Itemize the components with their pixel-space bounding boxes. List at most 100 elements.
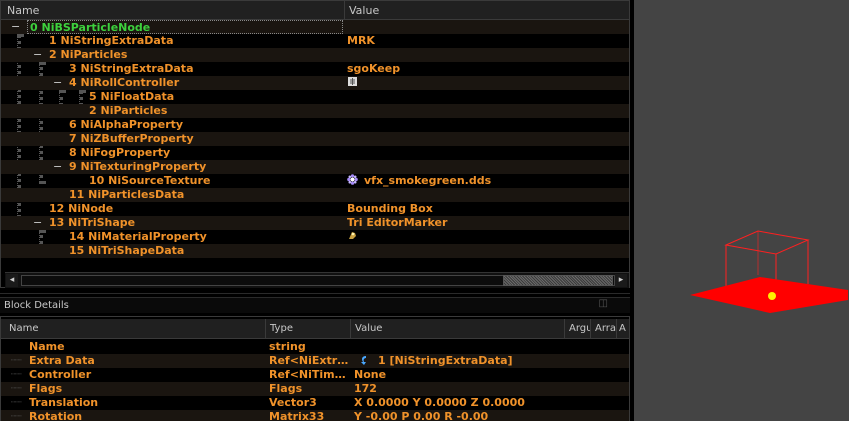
tree-row[interactable]: 11 NiParticlesData	[1, 188, 629, 202]
panel-divider[interactable]	[0, 293, 630, 294]
column-header-argument[interactable]: Argu	[565, 319, 591, 339]
field-type: Matrix33	[269, 410, 325, 421]
tree-row[interactable]: 12 NiNode Bounding Box	[1, 202, 629, 216]
field-row[interactable]: ┈┈ Controller Ref<NiTim… None	[1, 368, 629, 382]
column-header-name[interactable]: Name	[1, 1, 345, 20]
tree-row-label: 2 NiParticles	[89, 104, 168, 117]
tree-row-value: sgoKeep	[347, 62, 401, 75]
tree-row[interactable]: − 2 NiParticles	[1, 48, 629, 62]
tree-row[interactable]: − 0 NiBSParticleNode	[1, 20, 629, 34]
field-value[interactable]: 1 [NiStringExtraData]	[378, 354, 564, 368]
collapse-toggle[interactable]: −	[33, 48, 42, 62]
tree-row-label: 4 NiRollController	[69, 76, 180, 89]
tree-line: ┈┈	[11, 370, 22, 380]
field-value[interactable]: None	[354, 368, 564, 382]
block-details-title: Block Details	[4, 300, 69, 311]
block-tree-panel: Name Value − 0 NiBSParticleNode 1 NiStri…	[0, 0, 630, 288]
tree-row-label: 2 NiParticles	[49, 48, 128, 61]
block-details-panel: Name Type Value Argu Arra A Name string …	[0, 316, 630, 421]
marker-dot	[768, 292, 776, 300]
tree-row[interactable]: 2 NiParticles	[1, 104, 629, 118]
tree-row-label: 15 NiTriShapeData	[69, 244, 185, 257]
tree-row-label: 0 NiBSParticleNode	[27, 20, 343, 34]
field-type: Ref<NiExtr…	[269, 354, 349, 367]
field-value[interactable]: X 0.0000 Y 0.0000 Z 0.0000	[354, 396, 564, 410]
tree-row-label: 3 NiStringExtraData	[69, 62, 194, 75]
editor-marker-render	[690, 230, 848, 313]
tree-row-value: MRK	[347, 34, 375, 47]
tree-row[interactable]: 3 NiStringExtraData sgoKeep	[1, 62, 629, 76]
collapse-toggle[interactable]: −	[53, 76, 62, 90]
field-value[interactable]: Y -0.00 P 0.00 R -0.00	[354, 410, 564, 421]
field-name: Rotation	[29, 410, 83, 421]
tree-row[interactable]: 6 NiAlphaProperty	[1, 118, 629, 132]
tree-row-label: 11 NiParticlesData	[69, 188, 185, 201]
material-icon	[347, 230, 364, 244]
field-name: Translation	[29, 396, 99, 409]
field-value[interactable]: 172	[354, 382, 564, 396]
field-type: string	[269, 340, 306, 353]
block-details-header: Name Type Value Argu Arra A	[1, 319, 629, 339]
field-row[interactable]: ┈┈ Extra Data Ref<NiExtr… 1 [NiStringExt…	[1, 354, 629, 368]
tree-row-label: 8 NiFogProperty	[69, 146, 171, 159]
tree-row[interactable]: 10 NiSourceTexture vfx_smokegreen.dds	[1, 174, 629, 188]
tree-row[interactable]: 14 NiMaterialProperty	[1, 230, 629, 244]
tree-line: ┈┈	[11, 384, 22, 394]
field-name: Name	[29, 340, 65, 353]
collapse-toggle[interactable]: −	[33, 216, 42, 230]
horizontal-scrollbar[interactable]: ◂ ▸	[5, 272, 629, 288]
tree-row-label: 10 NiSourceTexture	[89, 174, 211, 187]
float-icon[interactable]: ◫	[599, 298, 608, 309]
tree-row[interactable]: 8 NiFogProperty	[1, 146, 629, 160]
tree-row[interactable]: 15 NiTriShapeData	[1, 244, 629, 258]
field-type: Vector3	[269, 396, 317, 409]
tree-row-label: 14 NiMaterialProperty	[69, 230, 207, 243]
tree-row-label: 13 NiTriShape	[49, 216, 136, 229]
block-tree: − 0 NiBSParticleNode 1 NiStringExtraData…	[1, 20, 629, 272]
field-row[interactable]: ┈┈ Translation Vector3 X 0.0000 Y 0.0000…	[1, 396, 629, 410]
scroll-left-arrow-icon[interactable]: ◂	[6, 274, 18, 287]
tree-row-label: 7 NiZBufferProperty	[69, 132, 194, 145]
field-row[interactable]: Name string	[1, 340, 629, 354]
column-header-type[interactable]: Type	[266, 319, 351, 339]
tree-row-value: Bounding Box	[347, 202, 433, 215]
main-panel: Name Value − 0 NiBSParticleNode 1 NiStri…	[0, 0, 634, 421]
column-header-value[interactable]: Value	[351, 319, 565, 339]
field-row[interactable]: ┈┈ Flags Flags 172	[1, 382, 629, 396]
tree-row[interactable]: 7 NiZBufferProperty	[1, 132, 629, 146]
field-type: Flags	[269, 382, 303, 395]
tree-header: Name Value	[1, 1, 629, 20]
tree-row-label: 5 NiFloatData	[89, 90, 175, 103]
field-name: Controller	[29, 368, 92, 381]
tree-line: ┈┈	[11, 398, 22, 408]
column-header-value[interactable]: Value	[345, 1, 629, 20]
field-value[interactable]	[354, 340, 564, 354]
field-row[interactable]: ┈┈ Rotation Matrix33 Y -0.00 P 0.00 R -0…	[1, 410, 629, 421]
roll-controller-icon	[347, 76, 364, 90]
link-arrow-icon[interactable]	[359, 354, 373, 368]
texture-flower-icon	[347, 174, 358, 185]
tree-line: ┈┈	[11, 356, 22, 366]
field-name: Extra Data	[29, 354, 95, 367]
collapse-toggle[interactable]: −	[53, 160, 62, 174]
scroll-right-arrow-icon[interactable]: ▸	[615, 274, 627, 287]
field-name: Flags	[29, 382, 63, 395]
texture-filename: vfx_smokegreen.dds	[364, 174, 492, 187]
collapse-toggle[interactable]: −	[11, 20, 20, 34]
column-header-array[interactable]: Arra	[591, 319, 617, 339]
scroll-thumb[interactable]	[503, 275, 613, 286]
tree-row-label: 6 NiAlphaProperty	[69, 118, 184, 131]
tree-row-label: 9 NiTexturingProperty	[69, 160, 207, 173]
column-header-name[interactable]: Name	[5, 319, 266, 339]
3d-viewport[interactable]	[634, 0, 849, 421]
tree-row-value: Tri EditorMarker	[347, 216, 448, 229]
block-details-title-bar: Block Details ◫	[0, 297, 630, 313]
tree-row-label: 12 NiNode	[49, 202, 114, 215]
tree-row-value: vfx_smokegreen.dds	[347, 174, 491, 188]
tree-row[interactable]: − 9 NiTexturingProperty	[1, 160, 629, 174]
tree-row[interactable]: 5 NiFloatData	[1, 90, 629, 104]
tree-row[interactable]: − 13 NiTriShape Tri EditorMarker	[1, 216, 629, 230]
column-header-extra[interactable]: A	[617, 319, 629, 339]
tree-row[interactable]: 1 NiStringExtraData MRK	[1, 34, 629, 48]
tree-row[interactable]: − 4 NiRollController	[1, 76, 629, 90]
